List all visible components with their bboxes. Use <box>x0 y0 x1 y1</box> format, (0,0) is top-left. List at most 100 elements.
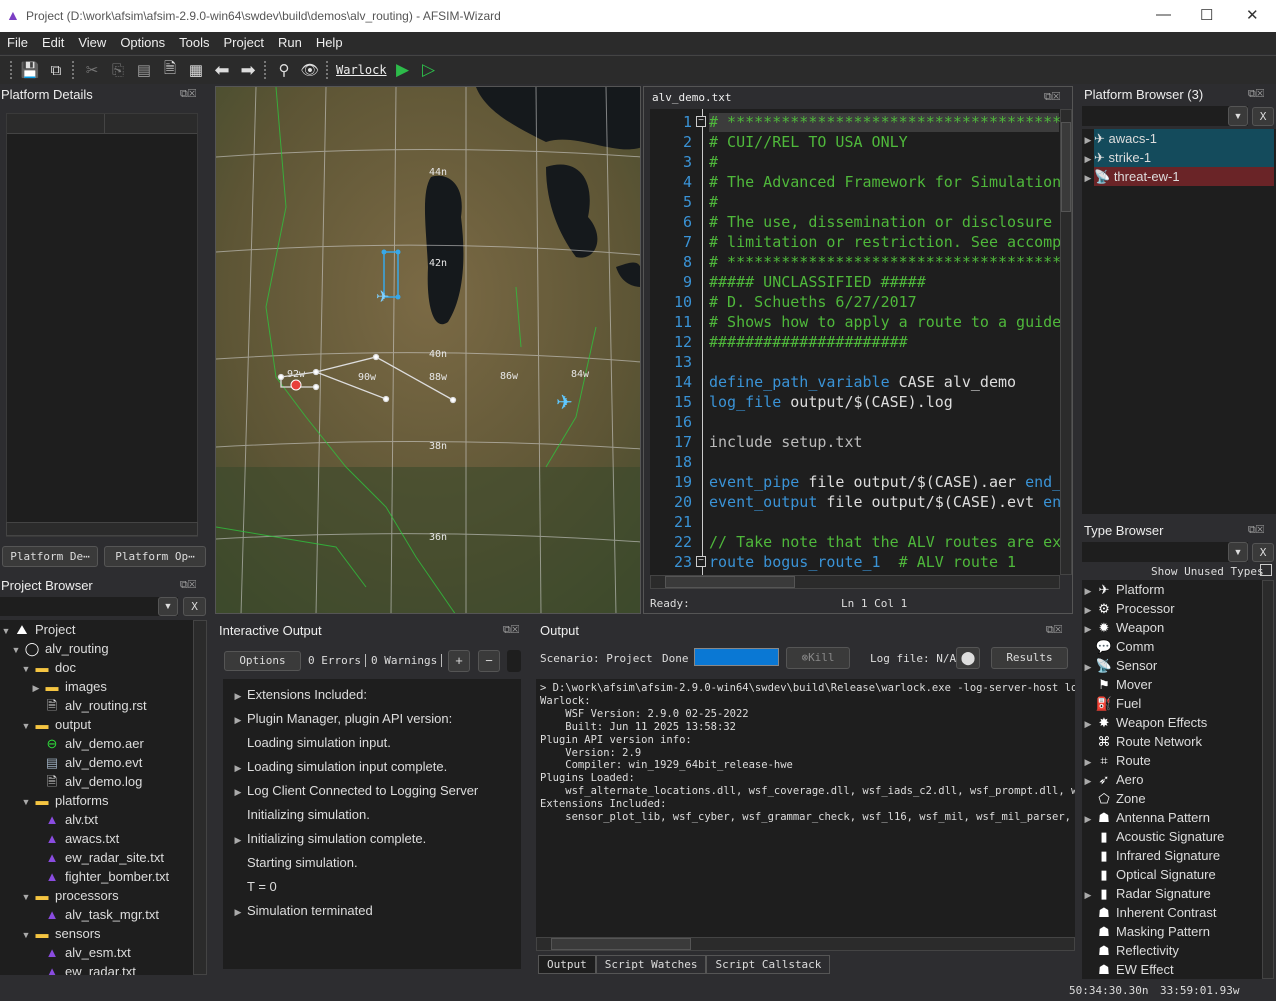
tree-item[interactable]: ▼ ▬ platforms <box>0 791 193 810</box>
clear-filter-button[interactable]: X <box>1252 543 1274 562</box>
menu-view[interactable]: View <box>71 32 113 54</box>
eye-icon[interactable]: 👁 <box>300 60 320 80</box>
horizontal-scrollbar[interactable] <box>6 522 198 536</box>
awacs-aircraft-icon[interactable]: ✈ <box>556 392 573 414</box>
output-message[interactable]: Loading simulation input. <box>223 731 521 755</box>
type-item[interactable]: ▶ ➶ Aero <box>1082 770 1262 789</box>
save-all-icon[interactable]: ⧉ <box>46 60 66 80</box>
toolbar-grip[interactable] <box>264 61 268 79</box>
strike-aircraft-icon[interactable]: ✈ <box>376 289 389 306</box>
type-item[interactable]: ▮ Infrared Signature <box>1082 846 1262 865</box>
chevron-down-icon[interactable]: ▼ <box>158 597 178 616</box>
maximize-button[interactable]: ☐ <box>1200 6 1213 24</box>
tree-item[interactable]: ▲ awacs.txt <box>0 829 193 848</box>
save-icon[interactable]: 💾 <box>20 60 40 80</box>
clear-filter-button[interactable]: X <box>1252 107 1274 126</box>
menu-run[interactable]: Run <box>271 32 309 54</box>
type-item[interactable]: ▶ ⚙ Processor <box>1082 599 1262 618</box>
toolbar-grip[interactable] <box>326 61 330 79</box>
tree-item[interactable]: ▼ ⛰ Project <box>0 620 193 639</box>
type-item[interactable]: ▶ ✹ Weapon <box>1082 618 1262 637</box>
tree-item[interactable]: ▲ alv_task_mgr.txt <box>0 905 193 924</box>
tab-platform-details[interactable]: Platform De⋯ <box>2 546 98 567</box>
expand-arrow-icon[interactable]: ▶ <box>1082 169 1094 188</box>
type-item[interactable]: ▶ ✸ Weapon Effects <box>1082 713 1262 732</box>
type-item[interactable]: ▮ Acoustic Signature <box>1082 827 1262 846</box>
grid-icon[interactable]: ▦ <box>186 60 206 80</box>
horizontal-scrollbar[interactable] <box>536 937 1075 951</box>
float-close-icons[interactable]: ⧉☒ <box>1044 91 1060 104</box>
find-icon[interactable]: ⚲ <box>274 60 294 80</box>
forward-arrow-icon[interactable]: ➡ <box>238 60 258 80</box>
output-message[interactable]: ▶ Extensions Included: <box>223 683 521 707</box>
platform-item[interactable]: ▶ ✈ strike-1 <box>1082 148 1276 167</box>
type-item[interactable]: ▶ ☗ Antenna Pattern <box>1082 808 1262 827</box>
results-dropdown[interactable]: Results <box>991 647 1068 669</box>
editor-tab[interactable]: alv_demo.txt <box>652 91 731 104</box>
vertical-scrollbar[interactable] <box>193 620 207 975</box>
clear-filter-button[interactable]: X <box>183 597 206 616</box>
platform-filter-input[interactable]: ▼ <box>1082 106 1248 126</box>
type-item[interactable]: ▶ ✈ Platform <box>1082 580 1262 599</box>
float-close-icons[interactable]: ⧉☒ <box>180 88 196 101</box>
type-item[interactable]: ☗ Reflectivity <box>1082 941 1262 960</box>
chevron-down-icon[interactable]: ▼ <box>1228 106 1248 126</box>
search-box[interactable] <box>507 650 521 672</box>
menu-file[interactable]: File <box>0 32 35 54</box>
output-message[interactable]: Initializing simulation. <box>223 803 521 827</box>
type-item[interactable]: ☗ EW Effect <box>1082 960 1262 979</box>
fold-icon[interactable]: − <box>696 116 706 127</box>
type-item[interactable]: ▮ Optical Signature <box>1082 865 1262 884</box>
show-unused-checkbox[interactable] <box>1260 564 1272 576</box>
code-area[interactable]: 1 2 3 4 5 6 7 8 9 10 11 12 13 14 15 16 17 18 19 20 21 22 23 − … <box>650 109 1060 575</box>
warnings-count[interactable]: 0 Warnings <box>371 654 443 667</box>
type-item[interactable]: ▶ 📡 Sensor <box>1082 656 1262 675</box>
run-outline-icon[interactable]: ▷ <box>419 60 439 80</box>
output-message[interactable]: ▶ Loading simulation input complete. <box>223 755 521 779</box>
type-item[interactable]: ⚑ Mover <box>1082 675 1262 694</box>
tree-item[interactable]: ▲ fighter_bomber.txt <box>0 867 193 886</box>
expand-all-button[interactable]: + <box>448 650 470 672</box>
expand-arrow-icon[interactable]: ▶ <box>229 684 247 708</box>
tree-item[interactable]: ▼ ▬ sensors <box>0 924 193 943</box>
type-item[interactable]: ▶ ▮ Radar Signature <box>1082 884 1262 903</box>
open-folder-icon[interactable]: ⬤ <box>956 647 980 669</box>
tree-item[interactable]: ▼ ▬ output <box>0 715 193 734</box>
tree-item[interactable]: ▼ ◯ alv_routing <box>0 639 193 658</box>
run-icon[interactable]: ▶ <box>393 60 413 80</box>
menu-options[interactable]: Options <box>113 32 172 54</box>
type-item[interactable]: ☗ Masking Pattern <box>1082 922 1262 941</box>
document-icon[interactable]: 🗎 <box>160 60 180 80</box>
output-message[interactable]: ▶ Initializing simulation complete. <box>223 827 521 851</box>
menu-help[interactable]: Help <box>309 32 350 54</box>
menu-tools[interactable]: Tools <box>172 32 216 54</box>
tree-item[interactable]: ▲ alv_esm.txt <box>0 943 193 962</box>
errors-count[interactable]: 0 Errors <box>308 654 366 667</box>
output-message[interactable]: ▶ Simulation terminated <box>223 899 521 923</box>
collapse-all-button[interactable]: − <box>478 650 500 672</box>
type-item[interactable]: 💬 Comm <box>1082 637 1262 656</box>
float-close-icons[interactable]: ⧉☒ <box>1248 88 1264 101</box>
tree-item[interactable]: ▤ alv_demo.evt <box>0 753 193 772</box>
menu-project[interactable]: Project <box>216 32 270 54</box>
warlock-link[interactable]: Warlock <box>336 63 387 77</box>
map-view[interactable]: 44n 42n 40n 38n 36n 92w 90w 88w 86w 84w … <box>215 86 641 614</box>
tree-item[interactable]: 🗎 alv_demo.log <box>0 772 193 791</box>
fold-icon[interactable]: − <box>696 556 706 567</box>
type-item[interactable]: ⛽ Fuel <box>1082 694 1262 713</box>
copy-icon[interactable]: ⎘ <box>108 60 128 80</box>
expand-arrow-icon[interactable]: ▶ <box>229 708 247 732</box>
toolbar-grip[interactable] <box>10 61 14 79</box>
output-message[interactable]: Starting simulation. <box>223 851 521 875</box>
expand-arrow-icon[interactable]: ▶ <box>229 756 247 780</box>
kill-button[interactable]: ⊗Kill <box>786 647 850 669</box>
tab-platform-options[interactable]: Platform Op⋯ <box>104 546 206 567</box>
float-close-icons[interactable]: ⧉☒ <box>1248 524 1264 537</box>
tab-script-watches[interactable]: Script Watches <box>595 955 707 974</box>
tab-output[interactable]: Output <box>538 955 596 974</box>
type-filter-input[interactable]: ▼ <box>1082 542 1248 562</box>
expand-arrow-icon[interactable]: ▶ <box>229 900 247 924</box>
tree-item[interactable]: ▲ ew_radar.txt <box>0 962 193 975</box>
tree-item[interactable]: ▶ ▬ images <box>0 677 193 696</box>
threat-ew-icon[interactable] <box>290 379 302 391</box>
